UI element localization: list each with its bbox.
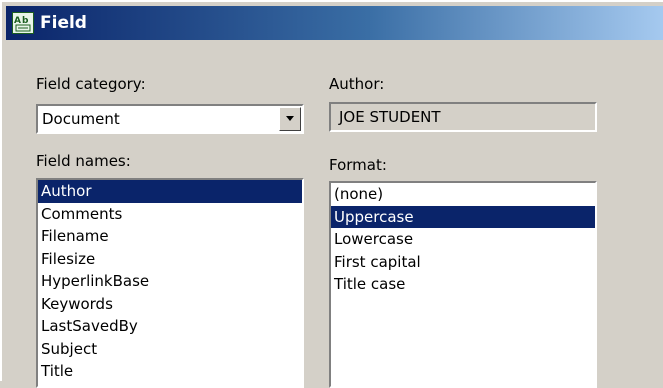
list-item[interactable]: LastSavedBy <box>38 315 302 338</box>
list-item[interactable]: HyperlinkBase <box>38 270 302 293</box>
field-category-dropdown-button[interactable] <box>279 107 301 131</box>
field-category-select[interactable]: Document <box>36 104 304 134</box>
format-list[interactable]: (none) Uppercase Lowercase First capital Tit… <box>329 181 597 388</box>
format-label: Format: <box>329 156 387 174</box>
author-label: Author: <box>329 75 385 93</box>
field-names-label: Field names: <box>36 152 131 170</box>
field-names-list[interactable]: Author Comments Filename Filesize HyperlinkB… <box>36 178 304 388</box>
title-bar[interactable]: A b Field <box>6 6 663 40</box>
field-category-label: Field category: <box>36 75 146 93</box>
list-item[interactable]: Title case <box>331 273 595 296</box>
list-item[interactable]: Title <box>38 360 302 383</box>
field-dialog: A b Field Field category: Document Autho… <box>0 0 663 388</box>
list-item[interactable]: Uppercase <box>331 205 595 228</box>
list-item[interactable]: Lowercase <box>331 228 595 251</box>
window-title: Field <box>40 13 87 33</box>
field-app-icon: A b <box>12 12 34 34</box>
author-value: JOE STUDENT <box>339 108 441 126</box>
list-item[interactable]: First capital <box>331 251 595 274</box>
list-item[interactable]: (none) <box>331 183 595 206</box>
list-item[interactable]: Subject <box>38 338 302 361</box>
list-item[interactable]: Comments <box>38 203 302 226</box>
list-item[interactable]: Filesize <box>38 248 302 271</box>
list-item[interactable]: Filename <box>38 225 302 248</box>
list-item[interactable]: Author <box>38 180 302 203</box>
author-value-field: JOE STUDENT <box>329 102 597 132</box>
list-item[interactable]: Keywords <box>38 293 302 316</box>
field-category-value: Document <box>42 110 120 128</box>
chevron-down-icon <box>286 116 294 121</box>
